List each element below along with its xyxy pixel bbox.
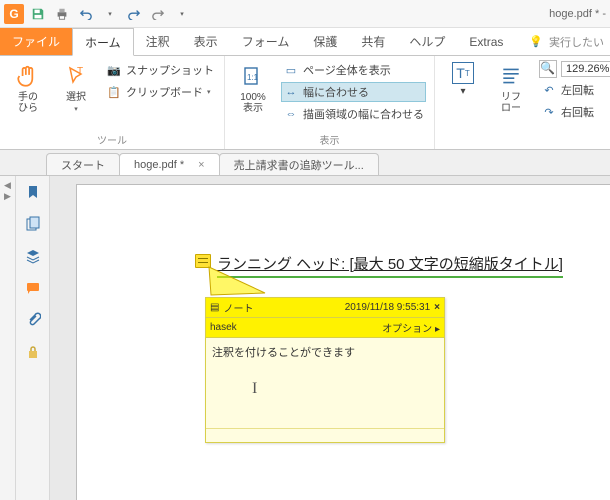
app-icon[interactable]: G [4,4,24,24]
sticky-note-header[interactable]: ▤ ノート 2019/11/18 9:55:31 × [206,298,444,318]
hand-tool-label: 手の ひら [18,92,38,114]
sticky-note-resize[interactable] [206,428,444,442]
qat-more-icon[interactable]: ▾ [172,4,192,24]
undo-dropdown-icon[interactable]: ▾ [100,4,120,24]
sticky-note-title: ノート [223,300,253,315]
select-icon: T [62,62,90,90]
group-view-label: 表示 [233,130,426,147]
fit-visible-button[interactable]: ⇔描画領域の幅に合わせる [281,104,426,124]
sticky-note-close-icon[interactable]: × [434,302,440,313]
bulb-icon: 💡 [529,35,543,48]
close-icon[interactable]: × [198,159,204,171]
sticky-note-author: hasek [210,322,237,333]
actual-size-icon: 1:1 [239,62,267,90]
fit-width-button[interactable]: ↔幅に合わせる [281,82,426,102]
pages-panel-icon[interactable] [23,214,43,234]
undo-icon[interactable] [76,4,96,24]
tab-share[interactable]: 共有 [349,28,397,55]
text-viewer-icon: TT [452,62,474,84]
fit-page-label: ページ全体を表示 [303,62,391,78]
bookmarks-icon[interactable] [23,182,43,202]
fit-page-icon: ▭ [283,62,299,78]
sticky-note-options[interactable]: オプション ▸ [382,320,440,335]
rotate-right-button[interactable]: ↷右回転 [539,102,610,122]
doc-tab-other[interactable]: 売上請求書の追跡ツール... [219,153,379,175]
ribbon-group-zoom: TT ▾ リフ ロー 🔍 129.26%▾ ↶左回転 ↷右回転 T| タイプ ラ… [435,56,610,149]
svg-text:T: T [77,66,83,77]
rotate-left-icon: ↶ [541,82,557,98]
snapshot-label: スナップショット [126,62,214,78]
clipboard-label: クリップボード [126,84,203,100]
tab-extras[interactable]: Extras [457,28,515,55]
security-panel-icon[interactable] [23,342,43,362]
comments-panel-icon[interactable] [23,278,43,298]
nav-strip[interactable]: ◀▶ [0,176,16,500]
document-tab-bar: スタート hoge.pdf *× 売上請求書の追跡ツール... [0,150,610,176]
reflow-label: リフ ロー [501,92,521,114]
hand-icon [14,62,42,90]
ribbon-group-tools: 手の ひら T 選択▾ 📷スナップショット 📋クリップボード ▾ ツール [0,56,225,149]
group-tools-label: ツール [8,130,216,147]
sticky-note-timestamp: 2019/11/18 9:55:31 [345,302,430,313]
fit-width-label: 幅に合わせる [303,84,369,100]
zoom-combo[interactable]: 129.26%▾ [561,61,610,77]
note-head-icon: ▤ [210,302,219,313]
rotate-right-icon: ↷ [541,104,557,120]
doc-tab-start[interactable]: スタート [46,153,120,175]
sticky-note-text: 注釈を付けることができます [212,347,355,359]
zoom-out-icon[interactable]: 🔍 [539,60,557,78]
ribbon-group-view: 1:1 100% 表示 ▭ページ全体を表示 ↔幅に合わせる ⇔描画領域の幅に合わ… [225,56,435,149]
actual-size-button[interactable]: 1:1 100% 表示 [233,60,273,114]
print-icon[interactable] [52,4,72,24]
select-tool-label: 選択▾ [66,92,86,114]
save-icon[interactable] [28,4,48,24]
ribbon: 手の ひら T 選択▾ 📷スナップショット 📋クリップボード ▾ ツール 1:1… [0,56,610,150]
note-callout [205,265,275,301]
text-viewer-button[interactable]: TT ▾ [443,60,483,97]
fit-width-icon: ↔ [283,84,299,100]
clipboard-icon: 📋 [106,84,122,100]
camera-icon: 📷 [106,62,122,78]
sticky-note-popup[interactable]: ▤ ノート 2019/11/18 9:55:31 × hasek オプション ▸… [205,297,445,443]
redo-alt-icon[interactable] [148,4,168,24]
tab-protect[interactable]: 保護 [301,28,349,55]
title-bar: G ▾ ▾ hoge.pdf * - [0,0,610,28]
tab-form[interactable]: フォーム [230,28,302,55]
snapshot-button[interactable]: 📷スナップショット [104,60,216,80]
text-cursor-icon: I [252,380,257,398]
pdf-page: ランニング ヘッド: [最大 50 文字の短縮版タイトル] ▤ ノート 2019… [76,184,610,500]
sticky-note-body[interactable]: 注釈を付けることができます I [206,338,444,428]
page-canvas[interactable]: ランニング ヘッド: [最大 50 文字の短縮版タイトル] ▤ ノート 2019… [50,176,610,500]
layers-icon[interactable] [23,246,43,266]
fit-visible-icon: ⇔ [283,106,299,122]
side-toolstrip [16,176,50,500]
tab-view[interactable]: 表示 [182,28,230,55]
workspace: ◀▶ ランニング ヘッド: [最大 50 文字の短縮版タイトル] ▤ ノート 2… [0,176,610,500]
hand-tool-button[interactable]: 手の ひら [8,60,48,114]
rotate-left-label: 左回転 [561,82,594,98]
zoom-value: 129.26% [566,63,609,75]
sticky-note-subheader: hasek オプション ▸ [206,318,444,338]
rotate-left-button[interactable]: ↶左回転 [539,80,610,100]
redo-icon[interactable] [124,4,144,24]
tab-file[interactable]: ファイル [0,28,72,55]
fit-page-button[interactable]: ▭ページ全体を表示 [281,60,426,80]
fit-visible-label: 描画領域の幅に合わせる [303,106,424,122]
window-title: hoge.pdf * - [549,8,606,20]
attachments-icon[interactable] [23,310,43,330]
doc-tab-hoge[interactable]: hoge.pdf *× [119,153,220,175]
reflow-button[interactable]: リフ ロー [491,60,531,114]
tab-comment[interactable]: 注釈 [134,28,182,55]
reflow-icon [497,62,525,90]
select-tool-button[interactable]: T 選択▾ [56,60,96,114]
menu-bar: ファイル ホーム 注釈 表示 フォーム 保護 共有 ヘルプ Extras 💡 実… [0,28,610,56]
rotate-right-label: 右回転 [561,104,594,120]
tab-home[interactable]: ホーム [72,28,134,56]
svg-text:1:1: 1:1 [247,73,259,82]
actual-size-label: 100% 表示 [240,92,266,114]
clipboard-button[interactable]: 📋クリップボード ▾ [104,82,216,102]
tab-help[interactable]: ヘルプ [397,28,457,55]
tell-me-hint[interactable]: 実行したい [549,34,604,50]
